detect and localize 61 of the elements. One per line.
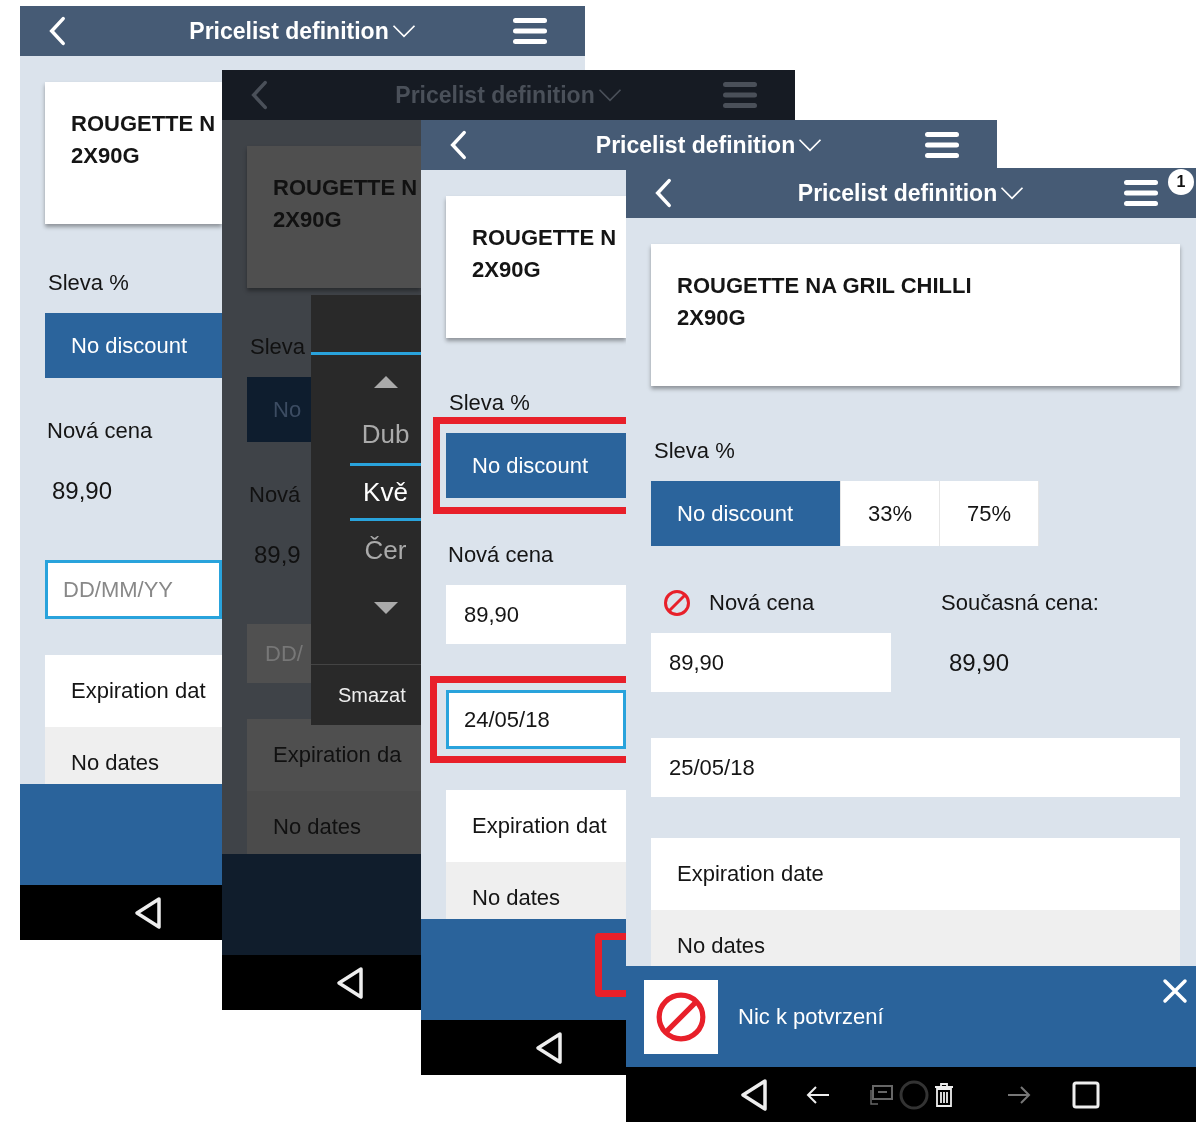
price-label: Nová cena	[448, 542, 554, 568]
product-name: 2X90G	[472, 256, 541, 284]
toast-message: Nic k potvrzení	[738, 1003, 884, 1030]
clear-button[interactable]: Smazat	[338, 683, 406, 707]
down-triangle-icon[interactable]	[372, 601, 399, 615]
empty-text: No dates	[273, 814, 362, 840]
discount-option[interactable]: 75%	[940, 481, 1039, 546]
expiration-title: Expiration date	[677, 861, 824, 887]
up-triangle-icon[interactable]	[372, 375, 399, 389]
date-field[interactable]: DD/MM/YY	[45, 560, 222, 619]
product-name: ROUGETTE N	[472, 224, 617, 252]
square-icon[interactable]	[1072, 1080, 1100, 1109]
close-icon[interactable]	[1162, 978, 1188, 1004]
expiration-title: Expiration da	[273, 742, 402, 768]
menu-icon[interactable]	[925, 131, 959, 159]
date-field[interactable]: 25/05/18	[651, 738, 1180, 797]
right-arrow-icon[interactable]	[1006, 1084, 1032, 1105]
product-name: ROUGETTE N	[273, 174, 418, 202]
expiration-title: Expiration dat	[71, 678, 206, 704]
trash-icon[interactable]	[934, 1082, 954, 1107]
discount-label: Sleva %	[48, 270, 130, 296]
screen-title[interactable]: Pricelist definition	[595, 131, 796, 159]
product-name: ROUGETTE N	[71, 110, 216, 138]
expiration-title: Expiration dat	[472, 813, 607, 839]
notification-badge: 1	[1168, 169, 1194, 195]
menu-icon[interactable]	[1124, 179, 1158, 207]
price-label: Nová	[249, 482, 301, 508]
product-name: 2X90G	[273, 206, 342, 234]
empty-text: No dates	[472, 885, 561, 911]
date-field[interactable]: 24/05/18	[446, 690, 626, 749]
back-triangle-icon[interactable]	[740, 1077, 768, 1112]
back-triangle-icon[interactable]	[134, 895, 162, 930]
empty-text: No dates	[71, 750, 160, 776]
screen-title[interactable]: Pricelist definition	[189, 17, 389, 45]
discount-label: Sleva %	[449, 390, 531, 416]
month-option[interactable]: Čer	[350, 521, 421, 579]
prohibited-icon	[644, 979, 718, 1054]
discount-option[interactable]: No discount	[651, 481, 841, 546]
price-field[interactable]: 89,90	[446, 585, 626, 644]
price-label: Nová cena	[47, 418, 153, 444]
price-value: 89,90	[51, 475, 113, 506]
empty-text: No dates	[677, 933, 766, 959]
screen-icon[interactable]	[869, 1083, 893, 1106]
discount-option[interactable]: No discount	[446, 433, 626, 498]
price-field[interactable]: 89,90	[651, 633, 891, 692]
back-triangle-icon[interactable]	[535, 1030, 563, 1065]
product-name: 2X90G	[71, 142, 140, 170]
current-price-value: 89,90	[948, 647, 1010, 678]
discount-option[interactable]: 33%	[841, 481, 940, 546]
price-label: Nová cena	[709, 590, 815, 616]
product-name: 2X90G	[677, 304, 746, 332]
menu-icon[interactable]	[513, 17, 547, 45]
discount-option[interactable]: No discount	[45, 313, 222, 378]
left-arrow-icon[interactable]	[805, 1084, 831, 1105]
product-name: ROUGETTE NA GRIL CHILLI	[677, 272, 972, 300]
screen-title[interactable]: Pricelist definition	[797, 179, 998, 207]
discount-label: Sleva %	[654, 438, 736, 464]
price-value: 89,9	[253, 539, 301, 570]
back-triangle-icon[interactable]	[336, 965, 364, 1000]
current-price-label: Současná cena:	[941, 590, 1099, 616]
month-option[interactable]: Dub	[350, 405, 421, 463]
